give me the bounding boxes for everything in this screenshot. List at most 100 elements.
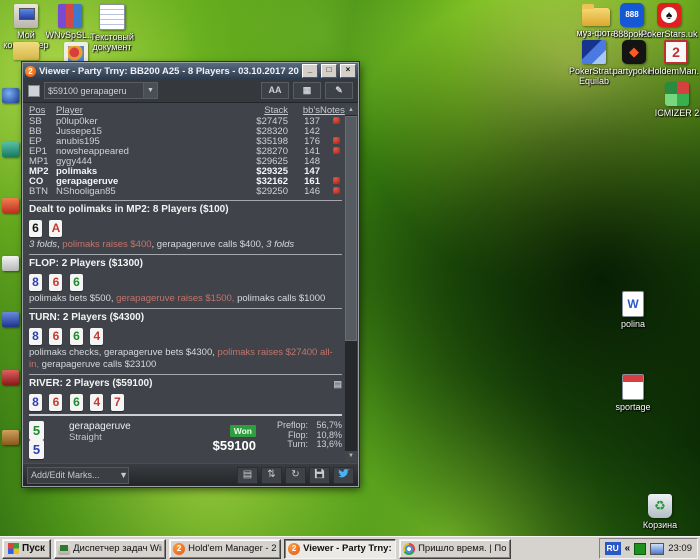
card-icon: 6 [49, 394, 63, 411]
action-text: 3 folds [29, 239, 57, 250]
hm2-icon: 2 [288, 542, 301, 555]
taskbar-item-holdem-manager[interactable]: 2 Hold'em Manager - 2.0.0... [169, 538, 282, 559]
desktop-icon-partial[interactable] [2, 430, 19, 445]
col-stack[interactable]: Stack [228, 106, 288, 116]
maximize-button[interactable]: □ [321, 64, 337, 78]
desktop-icon-partial[interactable] [2, 88, 19, 103]
won-amount: $59100 [212, 438, 256, 453]
card-icon: 8 [29, 328, 42, 345]
desktop-icon-partial[interactable] [2, 312, 19, 327]
system-tray: RU « 23:09 [598, 538, 698, 559]
chrome-icon [403, 542, 416, 555]
desktop-icon-label: HoldemMan... [648, 66, 700, 76]
start-label: Пуск [22, 543, 46, 554]
desktop-icon-polina[interactable]: W polina [605, 291, 661, 329]
desktop-icon-icmizer[interactable]: ICMIZER 2 [649, 82, 700, 118]
card-icon: 6 [49, 274, 63, 291]
my-computer-icon [14, 4, 38, 28]
action-line: polimaks checks, gerapageruve bets $4300… [29, 347, 342, 371]
minimize-button[interactable]: _ [302, 64, 318, 78]
taskbar-item-task-manager[interactable]: Диспетчер задач Wind... [54, 538, 167, 559]
action-line: 3 folds, polimaks raises $400, gerapager… [29, 239, 342, 251]
task-label: Пришло время. | Покер ... [418, 543, 507, 554]
chevron-down-icon: ▼ [119, 470, 128, 480]
result-row-winner[interactable]: 5 5 gerapageruve Straight Won $59100 Pre… [29, 419, 342, 461]
street-title: TURN: 2 Players ($4300) [29, 312, 145, 323]
desktop-icon-label: ICMIZER 2 [654, 108, 700, 118]
replay-icon[interactable]: ↻ [285, 466, 306, 484]
card-icon: 6 [69, 274, 83, 291]
edit-note-button[interactable]: ✎ [325, 82, 353, 99]
note-marker-icon[interactable] [333, 177, 340, 184]
window-title: Viewer - Party Trny: BB200 A25 - 8 Playe… [39, 65, 299, 77]
marks-dropdown[interactable]: Add/Edit Marks... ▼ [27, 466, 129, 484]
card-icon: 4 [90, 328, 104, 345]
street-preflop: Dealt to polimaks in MP2: 8 Players ($10… [29, 204, 342, 251]
col-player[interactable]: Player [56, 106, 228, 116]
desktop-icon-label: sportage [615, 402, 651, 412]
twitter-icon[interactable] [333, 466, 354, 484]
close-button[interactable]: × [340, 64, 356, 78]
action-text: 3 folds [266, 239, 295, 250]
scrollbar-thumb[interactable] [345, 116, 357, 341]
notes-icon[interactable]: ▤ [237, 466, 258, 484]
note-marker-icon[interactable] [333, 147, 340, 154]
taskbar-clock[interactable]: 23:09 [668, 543, 692, 554]
col-pos[interactable]: Pos [29, 106, 56, 116]
taskbar: Пуск Диспетчер задач Wind... 2 Hold'em M… [0, 536, 700, 560]
card-icon: 8 [29, 394, 42, 411]
collapse-tray-chevron[interactable]: « [625, 543, 631, 554]
sort-arrows-icon[interactable]: ⇅ [261, 466, 282, 484]
language-indicator[interactable]: RU [604, 542, 621, 555]
equilab-icon [582, 40, 606, 64]
hand-selector-dropdown[interactable]: $59100 gerapageru ▼ [44, 82, 158, 99]
player-row[interactable]: BTN NShooligan85 $29250 146 [29, 187, 342, 197]
desktop-icon-partial[interactable] [2, 256, 19, 271]
note-marker-icon[interactable] [333, 117, 340, 124]
note-cell [320, 177, 342, 187]
player-bbs: 146 [304, 186, 320, 197]
note-marker-icon[interactable] [333, 137, 340, 144]
note-marker-icon[interactable] [333, 187, 340, 194]
card-icon: 5 [29, 440, 44, 459]
hand-checkbox[interactable] [28, 84, 40, 97]
desktop-icon-sportage[interactable]: sportage [605, 374, 661, 412]
save-icon[interactable] [309, 466, 330, 484]
word-document-icon: W [622, 291, 644, 317]
tray-app-icon[interactable] [634, 542, 647, 555]
desktop-icon-envelope[interactable] [0, 42, 54, 60]
desktop: Мой компьютер WNvSpSL... Текстовый докум… [0, 0, 700, 560]
task-label: Viewer - Party Trny: B... [303, 543, 392, 554]
desktop-icon-recycle-bin[interactable]: ♻ Корзина [632, 494, 688, 530]
taskbar-item-browser[interactable]: Пришло время. | Покер ... [399, 538, 512, 559]
desktop-icon-partial[interactable] [2, 370, 19, 385]
font-size-button[interactable]: AA [261, 82, 289, 99]
archive-icon [58, 4, 82, 28]
desktop-icon-holdem-manager[interactable]: 2 HoldemMan... [648, 40, 700, 76]
start-button[interactable]: Пуск [2, 538, 52, 559]
scroll-down-arrow[interactable]: ▼ [345, 451, 357, 461]
window-titlebar[interactable]: 2 Viewer - Party Trny: BB200 A25 - 8 Pla… [23, 63, 358, 79]
vertical-scrollbar[interactable]: ▲ ▼ [345, 105, 357, 461]
player-stack: $29250 [256, 186, 288, 197]
card-icon: 8 [29, 274, 42, 291]
col-notes[interactable]: Notes [320, 106, 345, 116]
desktop-icon-pokerstars[interactable]: PokerStars.uk [641, 3, 698, 39]
tray-display-icon[interactable] [650, 542, 665, 555]
task-label: Hold'em Manager - 2.0.0... [188, 543, 277, 554]
action-line: polimaks bets $500, gerapageruve raises … [29, 293, 342, 305]
hand-notes-icon[interactable]: ▤ [333, 378, 342, 390]
card-icon: 6 [49, 328, 63, 345]
replayer-grid-button[interactable]: ▦ [293, 82, 321, 99]
taskbar-item-viewer-active[interactable]: 2 Viewer - Party Trny: B... [284, 538, 397, 559]
river-cards: 8 6 6 4 7 [29, 393, 342, 411]
desktop-icon-label: polina [620, 319, 646, 329]
desktop-icon-partial[interactable] [2, 198, 19, 213]
col-bbs[interactable]: bb's [288, 106, 320, 116]
card-icon: 6 [69, 394, 83, 411]
scroll-up-arrow[interactable]: ▲ [345, 105, 357, 115]
divider [29, 308, 342, 309]
marks-dropdown-value: Add/Edit Marks... [31, 470, 100, 480]
desktop-icon-partial[interactable] [2, 142, 19, 157]
hand-history-content: Pos Player Stack bb's Notes SB p0lup0ker… [23, 103, 358, 463]
